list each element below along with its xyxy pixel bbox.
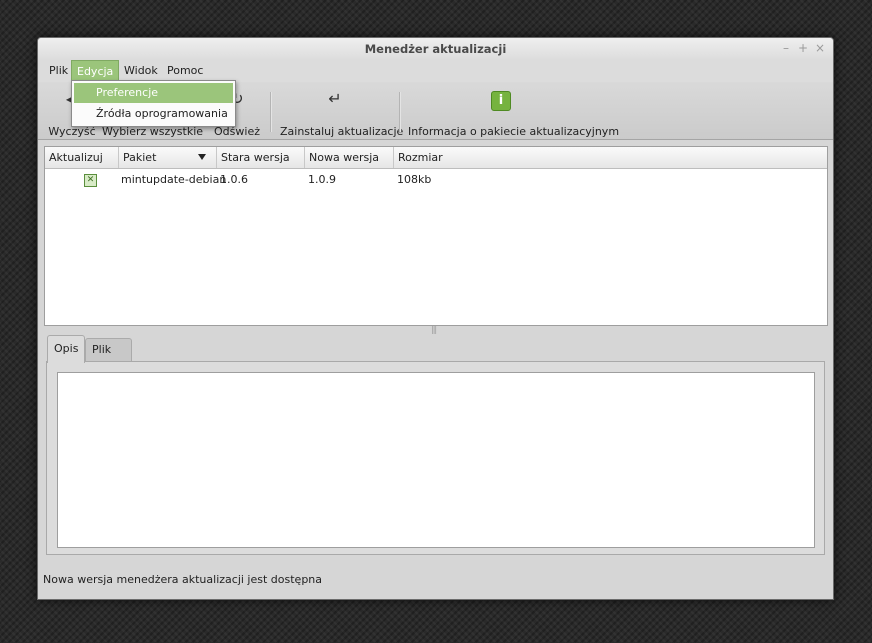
close-button[interactable]: × [815,41,825,55]
column-header-size[interactable]: Rozmiar [394,147,827,168]
menu-item-preferences[interactable]: Preferencje [74,83,233,103]
menu-bar: Plik Edycja Widok Pomoc [38,60,833,82]
column-header-update[interactable]: Aktualizuj [45,147,119,168]
description-textarea[interactable] [57,372,815,548]
menu-edycja[interactable]: Edycja [71,60,120,82]
tab-plik-zmian[interactable]: Plik zmian [85,338,133,378]
install-updates-label: Zainstaluj aktualizacje [280,125,404,138]
column-header-old-version[interactable]: Stara wersja [217,147,305,168]
tab-opis[interactable]: Opis [47,335,86,363]
toolbar-separator [399,92,401,132]
table-header: Aktualizuj Pakiet Stara wersja Nowa wers… [45,147,827,169]
table-row[interactable]: ✕ mintupdate-debian 1.0.6 1.0.9 108kb [45,169,827,191]
updates-table: Aktualizuj Pakiet Stara wersja Nowa wers… [44,146,828,326]
install-icon: ↵ [328,89,342,108]
minimize-button[interactable]: – [781,41,791,55]
tab-panel [46,361,825,555]
menu-pomoc[interactable]: Pomoc [162,60,208,82]
title-bar[interactable]: Menedżer aktualizacji – + × [38,38,833,60]
new-version-cell: 1.0.9 [308,173,336,186]
package-info-label: Informacja o pakiecie aktualizacyjnym [408,125,620,138]
size-cell: 108kb [397,173,432,186]
package-info-button[interactable]: i Informacja o pakiecie aktualizacyjnym [408,88,620,138]
menu-plik[interactable]: Plik [44,60,73,82]
package-cell: mintupdate-debian [121,173,227,186]
column-header-package[interactable]: Pakiet [119,147,217,168]
info-icon: i [491,91,511,111]
window-title: Menedżer aktualizacji [364,42,507,56]
install-updates-button[interactable]: ↵ Zainstaluj aktualizacje [280,88,404,138]
edit-menu-dropdown: Preferencje Źródła oprogramowania [71,80,236,127]
sort-arrow-icon [198,154,206,160]
menu-item-software-sources[interactable]: Źródła oprogramowania [74,104,233,124]
window-controls: – + × [781,41,825,55]
toolbar-separator [270,92,272,132]
maximize-button[interactable]: + [798,41,808,55]
menu-widok[interactable]: Widok [119,60,163,82]
column-header-package-label: Pakiet [123,151,157,164]
pane-resize-handle[interactable]: ||| [431,325,437,334]
old-version-cell: 1.0.6 [220,173,248,186]
status-bar: Nowa wersja menedżera aktualizacji jest … [43,573,323,586]
column-header-new-version[interactable]: Nowa wersja [305,147,394,168]
update-checkbox[interactable]: ✕ [84,174,97,187]
